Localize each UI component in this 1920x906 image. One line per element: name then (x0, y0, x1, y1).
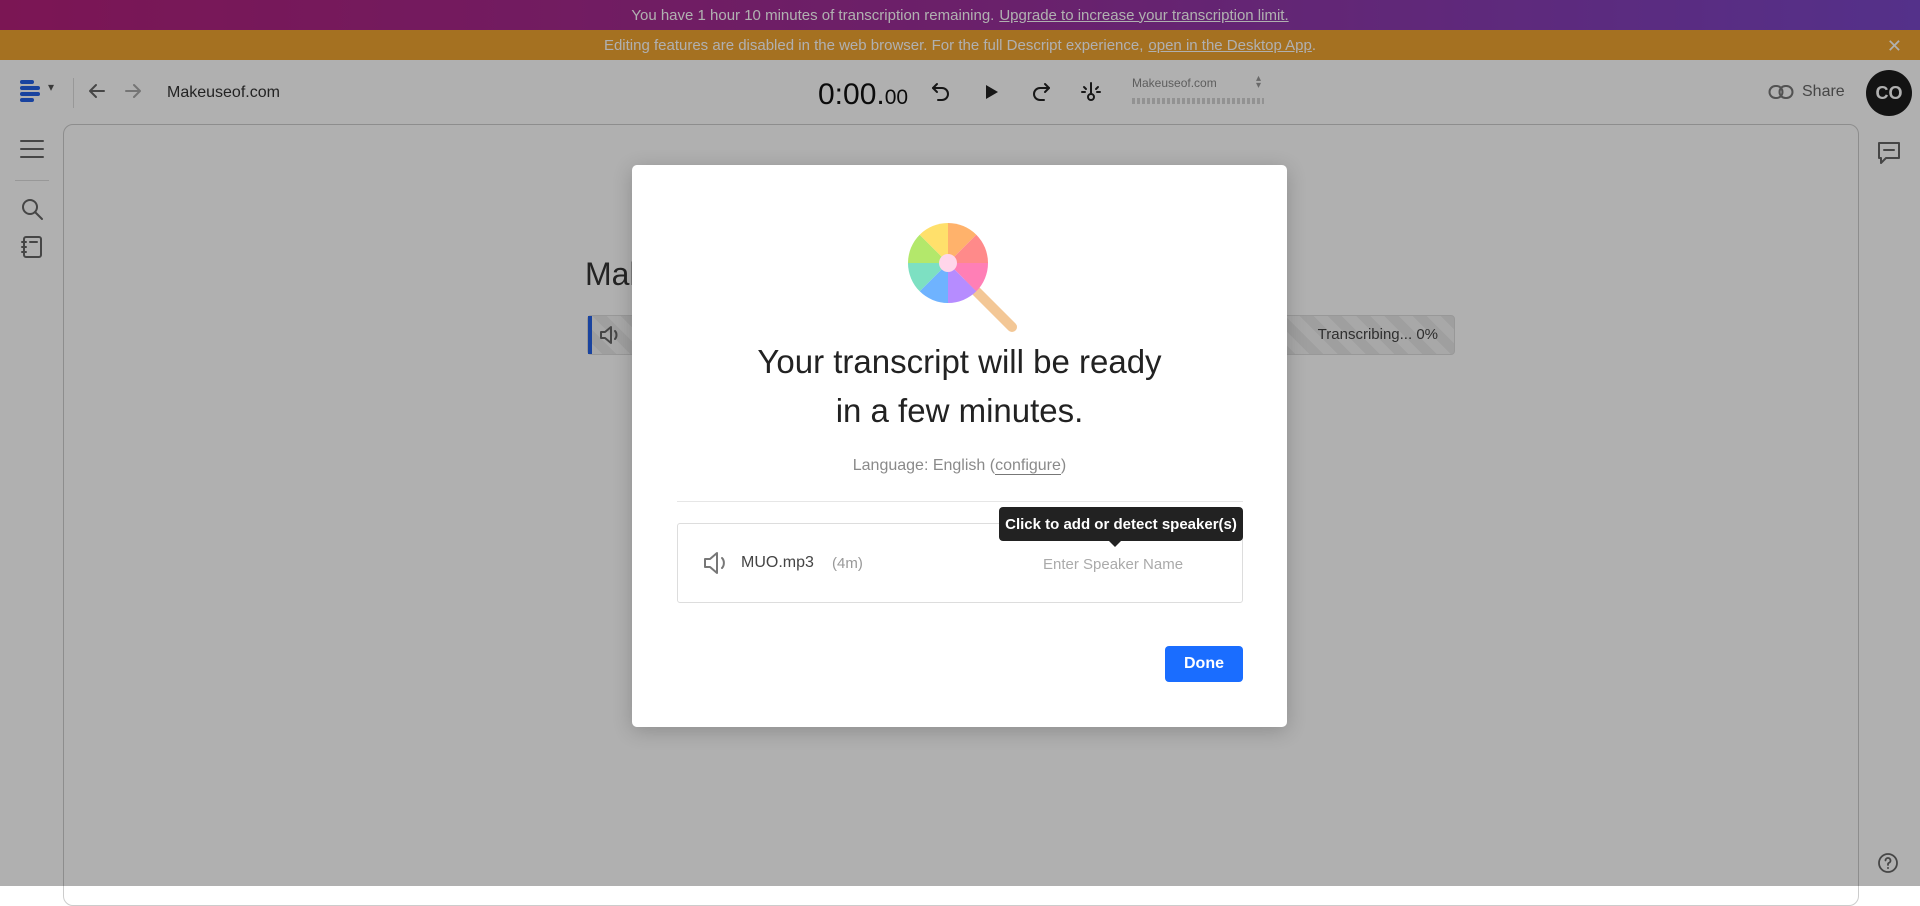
speaker-tooltip: Click to add or detect speaker(s) (999, 507, 1243, 547)
file-duration: (4m) (832, 555, 863, 572)
lollipop-icon (908, 222, 1017, 332)
language-line: Language: English (configure) (632, 457, 1287, 475)
transcript-modal: Your transcript will be ready in a few m… (632, 165, 1287, 727)
modal-headline: Your transcript will be ready in a few m… (632, 337, 1287, 435)
configure-link[interactable]: configure (995, 457, 1061, 475)
language-prefix: Language: English ( (852, 457, 996, 474)
file-name: MUO.mp3 (741, 554, 814, 571)
speaker-name-input[interactable] (1041, 551, 1225, 577)
language-suffix: ) (1060, 457, 1067, 474)
headline-line-1: Your transcript will be ready (757, 343, 1162, 380)
speaker-icon (704, 552, 725, 574)
done-button[interactable]: Done (1165, 646, 1243, 682)
modal-divider (677, 501, 1243, 502)
headline-line-2: in a few minutes. (835, 392, 1084, 429)
